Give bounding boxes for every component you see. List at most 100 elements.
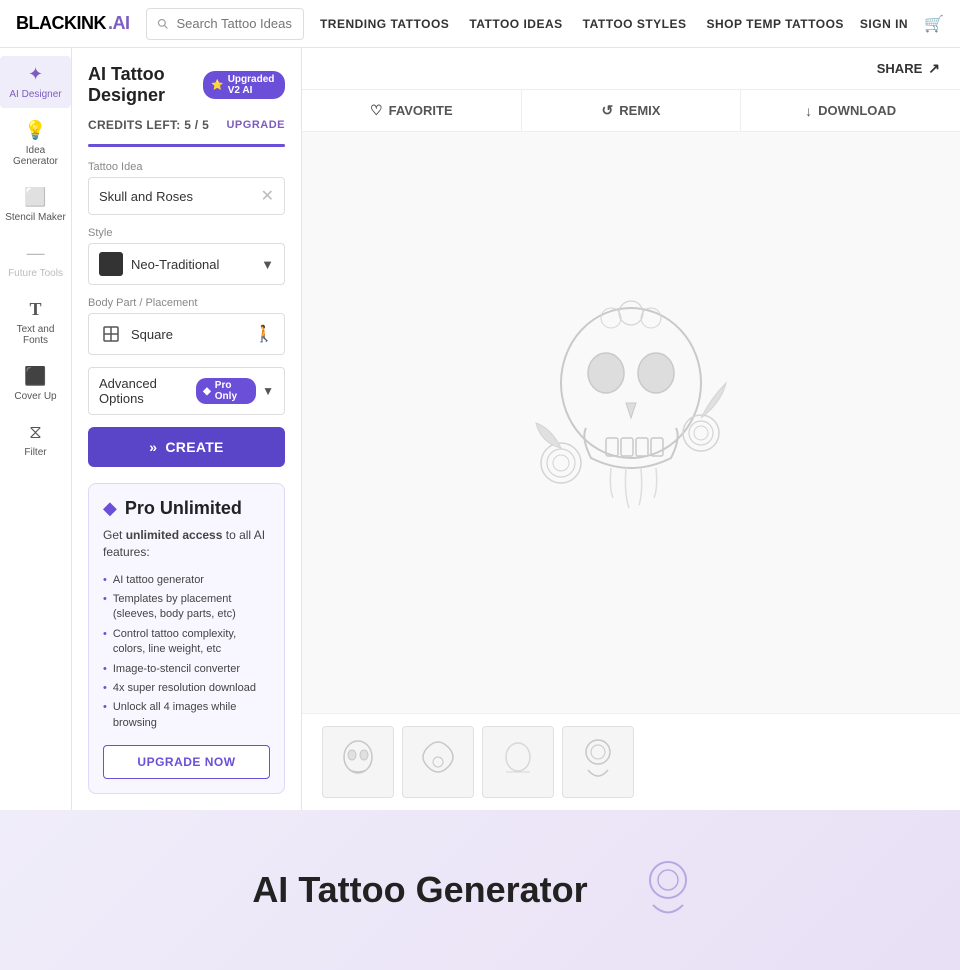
thumb-3[interactable] (482, 726, 554, 798)
style-chevron-icon: ▼ (261, 257, 274, 272)
body-thumbnail (99, 322, 123, 346)
nav-shop[interactable]: SHOP TEMP TATTOOS (707, 17, 844, 31)
pro-diamond-small-icon: ◆ (203, 386, 211, 397)
credits-bar: CREDITS LEFT: 5 / 5 UPGRADE (88, 118, 285, 132)
sidebar-item-future-tools: — Future Tools (0, 235, 71, 287)
panel-header: AI Tattoo Designer ⭐ Upgraded V2 AI (88, 64, 285, 106)
favorite-icon: ♡ (370, 102, 383, 119)
top-nav: BLACKINK.AI TRENDING TATTOOS TATTOO IDEA… (0, 0, 960, 48)
create-label: CREATE (165, 439, 223, 455)
advanced-options-bar[interactable]: Advanced Options ◆ Pro Only ▼ (88, 367, 285, 415)
preview-header: SHARE ↗ (302, 48, 960, 90)
favorite-action[interactable]: ♡ FAVORITE (302, 90, 522, 131)
nav-links: TRENDING TATTOOS TATTOO IDEAS TATTOO STY… (320, 17, 844, 31)
cart-icon[interactable]: 🛒 (924, 14, 944, 34)
body-placement-field-group: Body Part / Placement Square 🚶 (88, 297, 285, 355)
tattoo-idea-label: Tattoo Idea (88, 161, 285, 173)
search-bar[interactable] (146, 8, 304, 40)
sidebar-item-ai-designer[interactable]: ✦ AI Designer (0, 56, 71, 108)
logo[interactable]: BLACKINK.AI (16, 13, 130, 34)
body-placement-select[interactable]: Square 🚶 (88, 313, 285, 355)
nav-ideas[interactable]: TATTOO IDEAS (469, 17, 562, 31)
ai-designer-icon: ✦ (28, 64, 43, 85)
pro-only-label: Pro Only (215, 380, 249, 402)
sidebar-item-stencil-maker[interactable]: ⬜ Stencil Maker (0, 179, 71, 231)
sidebar-item-text-fonts[interactable]: T Text and Fonts (0, 291, 71, 354)
tattoo-idea-field-group: Tattoo Idea ✕ (88, 161, 285, 215)
create-button[interactable]: » CREATE (88, 427, 285, 467)
panel: AI Tattoo Designer ⭐ Upgraded V2 AI CRED… (72, 48, 302, 810)
main-layout: ✦ AI Designer 💡 Idea Generator ⬜ Stencil… (0, 48, 960, 810)
thumb-2[interactable] (402, 726, 474, 798)
panel-title: AI Tattoo Designer (88, 64, 203, 106)
pro-features-list: AI tattoo generator Templates by placeme… (103, 571, 270, 734)
nav-styles[interactable]: TATTOO STYLES (583, 17, 687, 31)
share-button[interactable]: SHARE ↗ (877, 60, 940, 77)
tattoo-preview (471, 283, 791, 563)
style-field-group: Style Neo-Traditional ▼ (88, 227, 285, 285)
sidebar-item-ai-designer-label: AI Designer (9, 89, 61, 100)
nav-trending[interactable]: TRENDING TATTOOS (320, 17, 449, 31)
sidebar-item-filter[interactable]: ⧖ Filter (0, 414, 71, 466)
pro-feature-2: Templates by placement (sleeves, body pa… (103, 590, 270, 625)
advanced-chevron-icon: ▼ (262, 384, 274, 398)
content-area: AI Tattoo Designer ⭐ Upgraded V2 AI CRED… (72, 48, 960, 810)
remix-action[interactable]: ↺ REMIX (522, 90, 742, 131)
sidebar-item-cover-up-label: Cover Up (14, 391, 56, 402)
pro-feature-3: Control tattoo complexity, colors, line … (103, 625, 270, 660)
text-fonts-icon: T (29, 299, 41, 320)
sidebar-item-future-tools-label: Future Tools (8, 268, 63, 279)
sidebar-item-cover-up[interactable]: ⬛ Cover Up (0, 358, 71, 410)
pro-feature-1: AI tattoo generator (103, 571, 270, 590)
sidebar-item-stencil-maker-label: Stencil Maker (5, 212, 66, 223)
upgrade-now-button[interactable]: UPGRADE NOW (103, 745, 270, 779)
share-label: SHARE (877, 61, 923, 76)
remix-icon: ↺ (602, 102, 614, 119)
upgraded-badge[interactable]: ⭐ Upgraded V2 AI (203, 71, 285, 99)
search-icon (157, 17, 169, 31)
download-action[interactable]: ↓ DOWNLOAD (741, 91, 960, 131)
pro-feature-6: Unlock all 4 images while browsing (103, 698, 270, 733)
style-select[interactable]: Neo-Traditional ▼ (88, 243, 285, 285)
remix-label: REMIX (619, 103, 660, 118)
thumb-1[interactable] (322, 726, 394, 798)
thumb-4[interactable] (562, 726, 634, 798)
future-tools-icon: — (27, 243, 45, 264)
pro-feature-4: Image-to-stencil converter (103, 660, 270, 679)
pro-unlimited-card: ◆ Pro Unlimited Get unlimited access to … (88, 483, 285, 794)
pro-card-title: Pro Unlimited (125, 498, 242, 519)
hero-title: AI Tattoo Generator (252, 869, 587, 911)
tattoo-idea-input-wrapper[interactable]: ✕ (88, 177, 285, 215)
style-value: Neo-Traditional (131, 257, 253, 272)
cover-up-icon: ⬛ (24, 366, 46, 387)
idea-generator-icon: 💡 (24, 120, 46, 141)
sidebar-item-idea-generator-label: Idea Generator (4, 145, 67, 167)
placement-figure-icon: 🚶 (254, 324, 274, 344)
main-image-area (302, 132, 960, 713)
upgrade-link[interactable]: UPGRADE (226, 119, 285, 131)
clear-icon[interactable]: ✕ (261, 186, 274, 206)
credits-text: CREDITS LEFT: 5 / 5 (88, 118, 209, 132)
style-label: Style (88, 227, 285, 239)
style-thumbnail (99, 252, 123, 276)
advanced-options-label: Advanced Options (99, 376, 196, 406)
credits-fill (88, 144, 285, 147)
body-placement-label: Body Part / Placement (88, 297, 285, 309)
preview-area: SHARE ↗ ♡ FAVORITE ↺ REMIX ↓ DOWNLOAD (302, 48, 960, 810)
pro-card-header: ◆ Pro Unlimited (103, 498, 270, 519)
sign-in-button[interactable]: SIGN IN (860, 17, 908, 31)
sidebar: ✦ AI Designer 💡 Idea Generator ⬜ Stencil… (0, 48, 72, 810)
pro-feature-5: 4x super resolution download (103, 679, 270, 698)
badge-label: Upgraded V2 AI (228, 74, 277, 96)
search-input[interactable] (176, 16, 293, 31)
credits-progress (88, 144, 285, 147)
tattoo-idea-input[interactable] (99, 189, 261, 204)
favorite-label: FAVORITE (389, 103, 453, 118)
sidebar-item-filter-label: Filter (24, 447, 46, 458)
hero-image (628, 850, 708, 930)
thumbnail-strip (302, 713, 960, 810)
download-icon: ↓ (805, 103, 812, 119)
body-placement-value: Square (131, 327, 246, 342)
pro-only-badge: ◆ Pro Only (196, 378, 256, 404)
sidebar-item-idea-generator[interactable]: 💡 Idea Generator (0, 112, 71, 175)
